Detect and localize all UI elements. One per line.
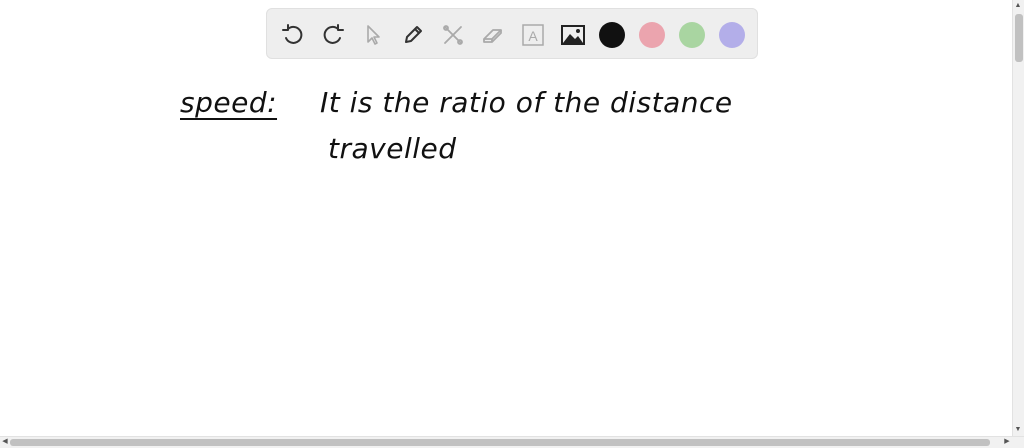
- color-pink-swatch[interactable]: [639, 22, 665, 48]
- color-black-swatch[interactable]: [599, 22, 625, 48]
- eraser-icon[interactable]: [479, 21, 507, 49]
- vertical-scroll-thumb[interactable]: [1015, 14, 1023, 62]
- horizontal-scrollbar[interactable]: ◀ ▶: [0, 436, 1024, 448]
- scroll-right-arrow[interactable]: ▶: [1002, 437, 1012, 447]
- text-icon[interactable]: A: [519, 21, 547, 49]
- horizontal-scroll-thumb[interactable]: [10, 439, 990, 446]
- color-green-swatch[interactable]: [679, 22, 705, 48]
- tools-icon[interactable]: [439, 21, 467, 49]
- scroll-up-arrow[interactable]: ▲: [1013, 1, 1023, 11]
- pen-icon[interactable]: [399, 21, 427, 49]
- text-tool-glyph: A: [528, 28, 538, 44]
- redo-icon[interactable]: [319, 21, 347, 49]
- vertical-scrollbar[interactable]: ▲ ▼: [1012, 0, 1024, 436]
- definition-line-1: It is the ratio of the distance: [320, 86, 733, 119]
- scroll-down-arrow[interactable]: ▼: [1013, 425, 1023, 435]
- color-purple-swatch[interactable]: [719, 22, 745, 48]
- whiteboard-canvas[interactable]: speed: It is the ratio of the distance t…: [0, 60, 1012, 436]
- scroll-left-arrow[interactable]: ◀: [0, 437, 10, 447]
- undo-icon[interactable]: [279, 21, 307, 49]
- image-icon[interactable]: [559, 21, 587, 49]
- drawing-toolbar: A: [266, 8, 758, 59]
- definition-line-2: travelled: [328, 132, 457, 165]
- heading-text: speed:: [180, 86, 278, 119]
- pointer-icon[interactable]: [359, 21, 387, 49]
